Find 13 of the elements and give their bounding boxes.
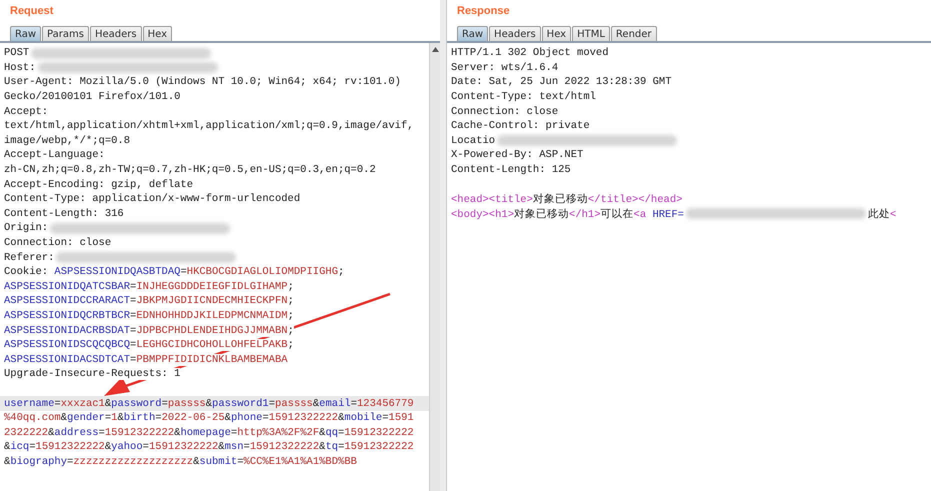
panel-title: Request — [10, 5, 54, 17]
tab[interactable]: Render — [610, 26, 657, 41]
tab[interactable]: Headers — [90, 26, 142, 41]
tab[interactable]: Headers — [489, 26, 541, 41]
tab[interactable]: Raw — [457, 26, 488, 41]
scroll-up-icon[interactable] — [432, 47, 438, 52]
tab[interactable]: HTML — [572, 26, 610, 41]
scrollbar[interactable] — [429, 43, 440, 491]
tab[interactable]: Hex — [542, 26, 572, 41]
panel-title: Response — [457, 5, 510, 17]
tab[interactable]: Params — [42, 26, 89, 41]
tab[interactable]: Hex — [142, 26, 172, 41]
tab[interactable]: Raw — [10, 26, 42, 41]
